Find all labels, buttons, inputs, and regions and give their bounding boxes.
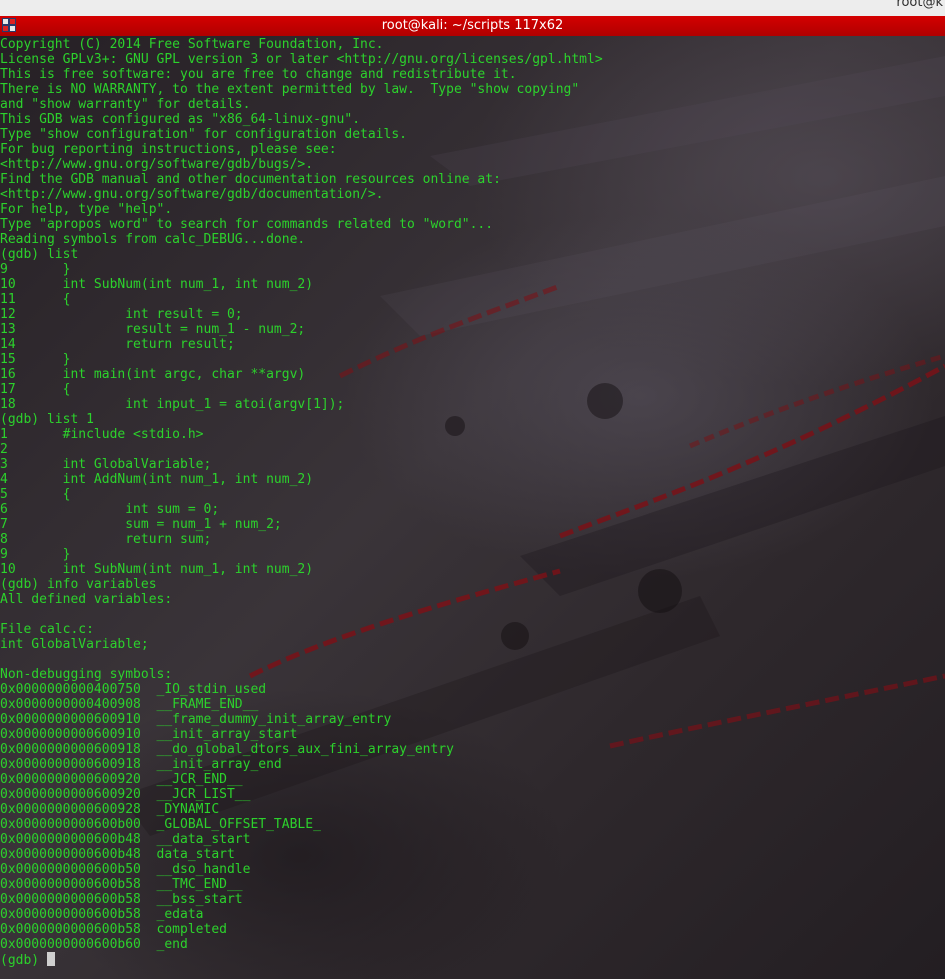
terminal-output: Copyright (C) 2014 Free Software Foundat… (0, 37, 945, 968)
window-title: root@kali: ~/scripts 117x62 (381, 18, 564, 33)
window-titlebar[interactable]: root@kali: ~/scripts 117x62 (0, 16, 945, 36)
desktop-top-panel: root@k (0, 0, 945, 17)
terminal-cursor (46, 952, 55, 966)
gdb-prompt: (gdb) (0, 953, 47, 968)
terminal-window: root@kali: ~/scripts 117x62 Copyright (C… (0, 16, 945, 979)
top-panel-user-label: root@k (896, 0, 943, 10)
gdb-output-text: Copyright (C) 2014 Free Software Foundat… (0, 37, 603, 952)
terminal-area[interactable]: Copyright (C) 2014 Free Software Foundat… (0, 36, 945, 979)
